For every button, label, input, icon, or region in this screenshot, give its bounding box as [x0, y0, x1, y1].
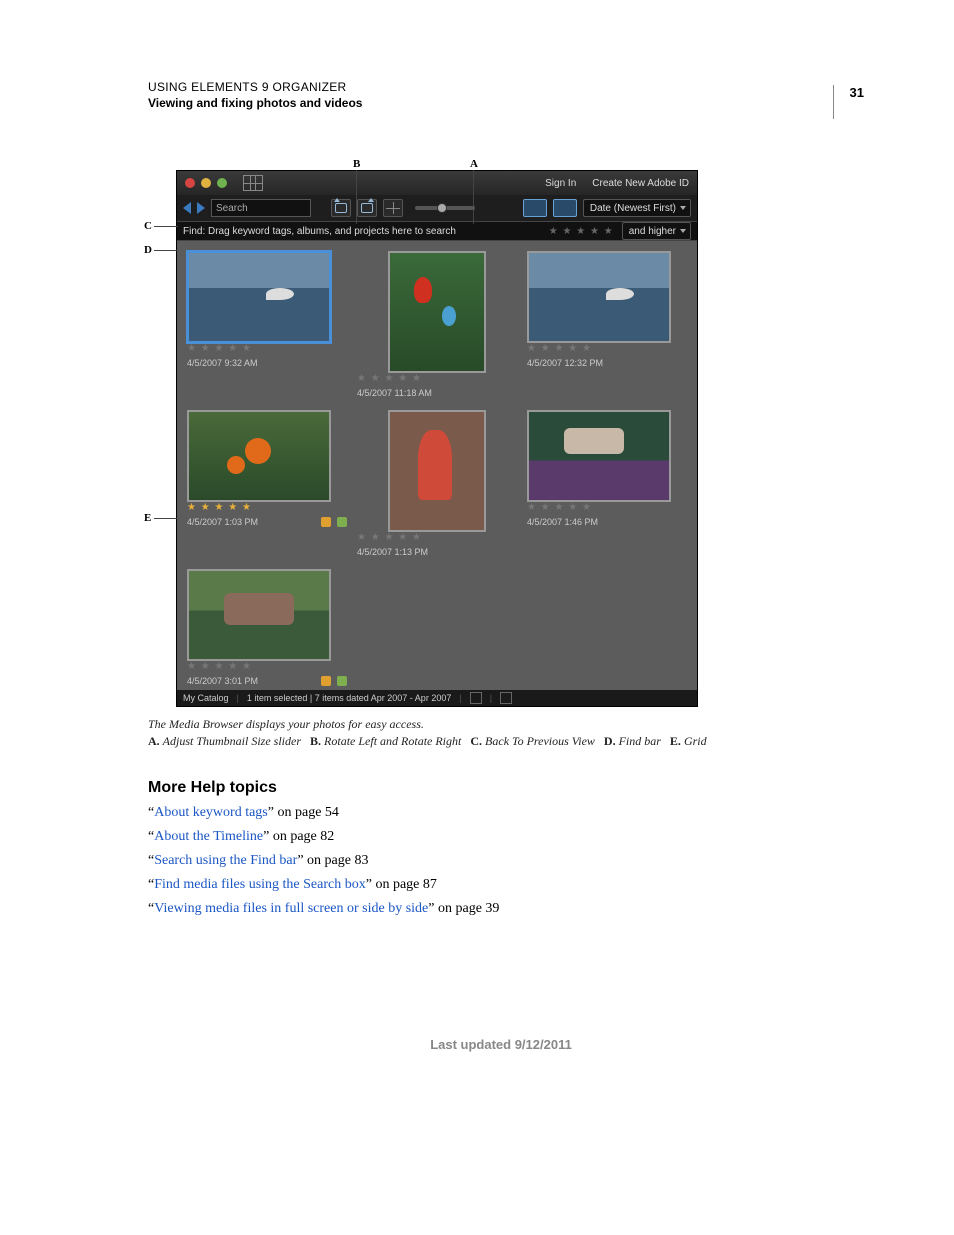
rating-stars[interactable]: ★ ★ ★ ★ ★ [527, 343, 687, 354]
help-link[interactable]: Find media files using the Search box [154, 877, 366, 892]
status-bar: My Catalog | 1 item selected | 7 items d… [177, 690, 697, 706]
thumbnail-image[interactable] [527, 410, 671, 502]
footer-last-updated: Last updated 9/12/2011 [148, 1037, 854, 1052]
callout-label-b: B [353, 158, 360, 170]
callout-line [154, 250, 178, 251]
callout-label-e: E [144, 512, 151, 524]
catalog-name: My Catalog [183, 693, 229, 703]
thumbnail-date: 4/5/2007 3:01 PM [187, 676, 258, 686]
thumbnail-grid-icon[interactable] [383, 199, 403, 217]
find-bar[interactable]: Find: Drag keyword tags, albums, and pro… [177, 221, 697, 241]
running-header-subtitle: Viewing and fixing photos and videos [148, 96, 854, 110]
thumbnail-date: 4/5/2007 12:32 PM [527, 358, 603, 368]
help-topic: “About the Timeline” on page 82 [148, 829, 854, 845]
forward-button[interactable] [197, 202, 205, 214]
help-link[interactable]: Search using the Find bar [154, 853, 297, 868]
create-adobe-id-link[interactable]: Create New Adobe ID [592, 178, 689, 189]
callout-line [473, 170, 474, 224]
thumbnail-image[interactable] [187, 569, 331, 661]
rating-stars[interactable]: ★ ★ ★ ★ ★ [527, 502, 687, 513]
photo-placeholder [189, 253, 329, 341]
rating-filter-dropdown[interactable]: and higher [622, 222, 691, 240]
callout-label-a: A [470, 158, 478, 170]
minimize-icon[interactable] [201, 178, 211, 188]
find-bar-hint: Find: Drag keyword tags, albums, and pro… [183, 226, 541, 237]
thumbnail-image[interactable] [187, 251, 331, 343]
thumbnail-date: 4/5/2007 1:46 PM [527, 517, 598, 527]
help-topic: “Find media files using the Search box” … [148, 877, 854, 893]
page-number: 31 [833, 85, 864, 119]
photo-placeholder [189, 412, 329, 500]
thumbnail-cell[interactable]: ★ ★ ★ ★ ★ 4/5/2007 1:13 PM [357, 410, 517, 557]
thumbnail-cell[interactable]: ★ ★ ★ ★ ★ 4/5/2007 11:18 AM [357, 251, 517, 398]
help-link[interactable]: Viewing media files in full screen or si… [154, 901, 428, 916]
photo-placeholder [390, 412, 484, 530]
fullscreen-view-button[interactable] [553, 199, 577, 217]
figure-legend: A. Adjust Thumbnail Size slider B. Rotat… [148, 734, 854, 749]
callout-line [154, 226, 178, 227]
thumbnail-image[interactable] [527, 251, 671, 343]
thumbnail-cell[interactable]: ★ ★ ★ ★ ★ 4/5/2007 12:32 PM [527, 251, 687, 398]
media-browser-window: Sign In Create New Adobe ID Search Date … [176, 170, 698, 707]
tag-badge-icon [321, 676, 331, 686]
more-help-heading: More Help topics [148, 779, 854, 797]
thumbnail-date: 4/5/2007 1:03 PM [187, 517, 258, 527]
rating-filter-stars[interactable]: ★ ★ ★ ★ ★ [549, 226, 614, 237]
tag-badge-icon [321, 517, 331, 527]
back-button[interactable] [183, 202, 191, 214]
help-topic: “Viewing media files in full screen or s… [148, 901, 854, 917]
thumbnail-image[interactable] [388, 251, 486, 373]
help-topic: “About keyword tags” on page 54 [148, 805, 854, 821]
callout-label-c: C [144, 220, 152, 232]
tag-badge-icon [337, 676, 347, 686]
thumbnail-cell[interactable]: ★ ★ ★ ★ ★ 4/5/2007 1:03 PM [187, 410, 347, 557]
thumbnail-image[interactable] [388, 410, 486, 532]
rotate-left-button[interactable] [331, 199, 351, 217]
figure: B A C D E Sign In Create New Adobe ID [148, 170, 708, 707]
tag-badge-icon [337, 517, 347, 527]
single-photo-view-button[interactable] [523, 199, 547, 217]
help-topic: “Search using the Find bar” on page 83 [148, 853, 854, 869]
thumbnail-size-slider[interactable] [415, 206, 475, 210]
callout-line [154, 518, 178, 519]
thumbnail-date: 4/5/2007 1:13 PM [357, 547, 428, 557]
thumbnail-cell[interactable]: ★ ★ ★ ★ ★ 4/5/2007 3:01 PM [187, 569, 347, 686]
photo-placeholder [529, 253, 669, 341]
status-icon[interactable] [500, 692, 512, 704]
status-icon[interactable] [470, 692, 482, 704]
sign-in-link[interactable]: Sign In [545, 178, 576, 189]
thumbnail-cell[interactable]: ★ ★ ★ ★ ★ 4/5/2007 9:32 AM [187, 251, 347, 398]
window-layout-icon[interactable] [243, 175, 263, 191]
rating-stars[interactable]: ★ ★ ★ ★ ★ [187, 343, 347, 354]
thumbnail-date: 4/5/2007 11:18 AM [357, 388, 432, 398]
rating-stars[interactable]: ★ ★ ★ ★ ★ [187, 661, 347, 672]
running-header-title: USING ELEMENTS 9 ORGANIZER [148, 80, 854, 94]
photo-placeholder [529, 412, 669, 500]
rating-stars[interactable]: ★ ★ ★ ★ ★ [357, 532, 517, 543]
window-titlebar: Sign In Create New Adobe ID [177, 171, 697, 195]
sort-dropdown[interactable]: Date (Newest First) [583, 199, 691, 217]
toolbar: Search Date (Newest First) [177, 195, 697, 221]
search-input[interactable]: Search [211, 199, 311, 217]
help-link[interactable]: About keyword tags [154, 805, 268, 820]
figure-caption: The Media Browser displays your photos f… [148, 717, 854, 732]
thumbnail-cell[interactable]: ★ ★ ★ ★ ★ 4/5/2007 1:46 PM [527, 410, 687, 557]
rating-stars[interactable]: ★ ★ ★ ★ ★ [187, 502, 347, 513]
rating-stars[interactable]: ★ ★ ★ ★ ★ [357, 373, 517, 384]
callout-label-d: D [144, 244, 152, 256]
thumbnail-date: 4/5/2007 9:32 AM [187, 358, 258, 368]
rotate-right-button[interactable] [357, 199, 377, 217]
photo-placeholder [390, 253, 484, 371]
zoom-icon[interactable] [217, 178, 227, 188]
close-icon[interactable] [185, 178, 195, 188]
status-summary: 1 item selected | 7 items dated Apr 2007… [247, 693, 451, 703]
help-link[interactable]: About the Timeline [154, 829, 263, 844]
thumbnail-image[interactable] [187, 410, 331, 502]
photo-placeholder [189, 571, 329, 659]
thumbnail-grid: ★ ★ ★ ★ ★ 4/5/2007 9:32 AM ★ ★ ★ ★ ★ 4/5/20… [177, 241, 697, 690]
